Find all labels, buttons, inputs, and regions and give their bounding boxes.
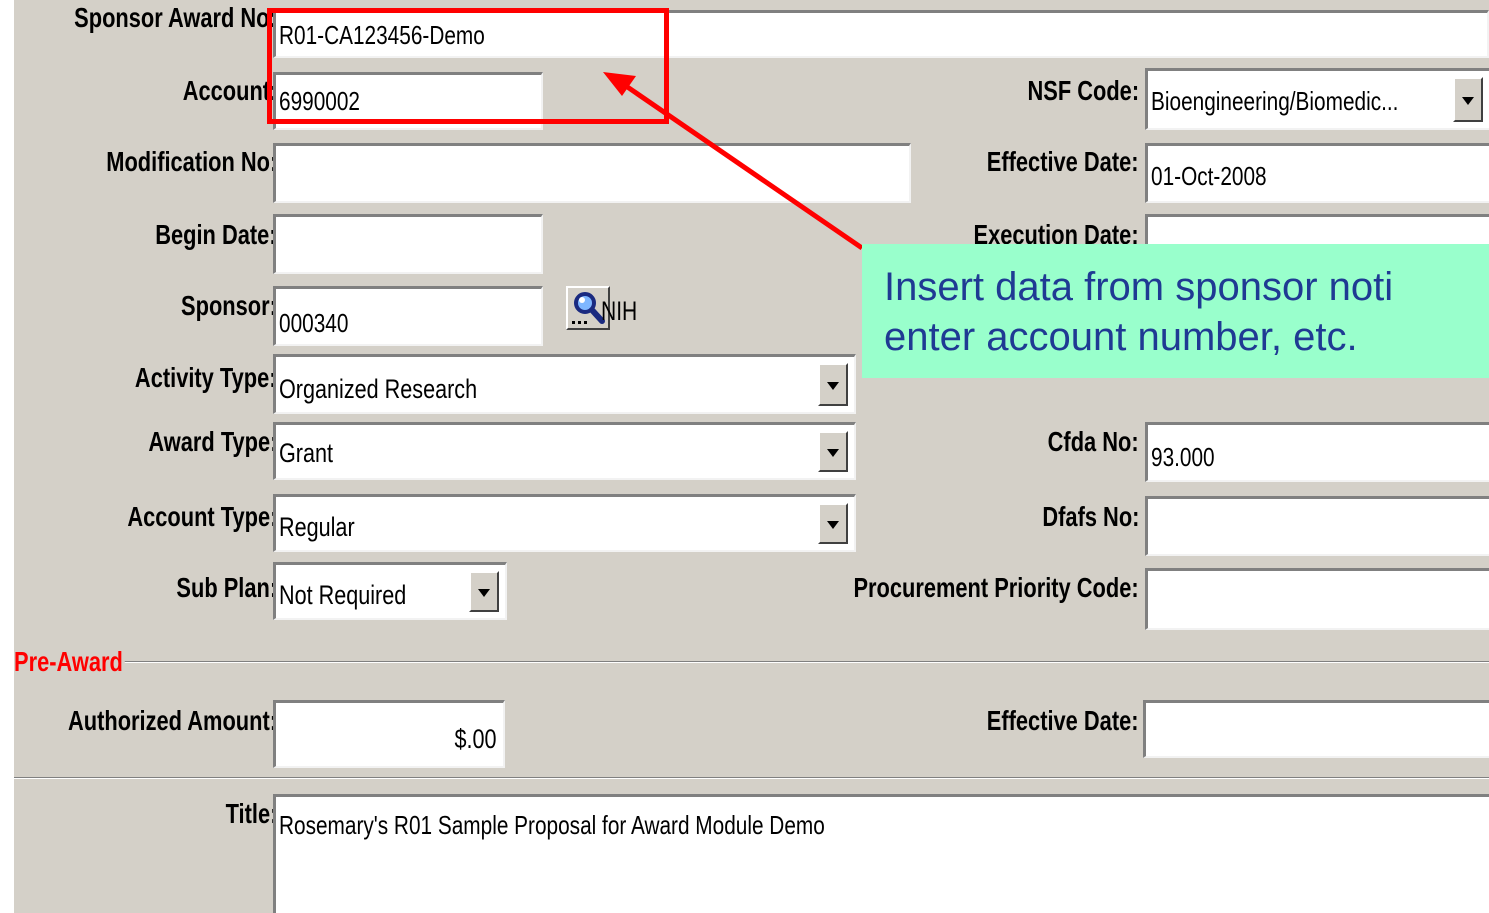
award-type-label: Award Type: — [147, 426, 277, 457]
sponsor-field[interactable]: 000340 — [273, 286, 543, 346]
account-type-select[interactable]: Regular — [273, 494, 856, 552]
pre-award-section-label: Pre-Award — [14, 646, 125, 678]
chevron-down-icon[interactable] — [818, 363, 848, 406]
procurement-priority-code-field[interactable] — [1145, 568, 1489, 630]
procurement-priority-code-label: Procurement Priority Code: — [853, 572, 1139, 603]
dfafs-no-field[interactable] — [1145, 496, 1489, 556]
sub-plan-select[interactable]: Not Required — [273, 562, 507, 620]
modification-no-label: Modification No: — [105, 146, 277, 177]
award-form-panel: Sponsor Award No: R01-CA123456-Demo Acco… — [14, 0, 1489, 913]
activity-type-select[interactable]: Organized Research — [273, 354, 856, 414]
callout-line-2: enter account number, etc. — [884, 315, 1358, 359]
cfda-no-value: 93.000 — [1151, 442, 1215, 472]
pre-award-effective-date-label: Effective Date: — [987, 705, 1139, 736]
authorized-amount-field[interactable]: $.00 — [273, 700, 505, 768]
callout-box: Insert data from sponsor noti enter acco… — [862, 244, 1489, 378]
pre-award-effective-date-field[interactable] — [1143, 700, 1489, 758]
activity-type-label: Activity Type: — [135, 362, 277, 393]
modification-no-field[interactable] — [273, 143, 911, 203]
chevron-down-icon[interactable] — [818, 431, 848, 472]
title-label: Title: — [225, 798, 277, 829]
pre-award-divider — [14, 661, 1489, 663]
sponsor-award-no-label: Sponsor Award No: — [74, 2, 277, 33]
account-label: Account: — [182, 75, 277, 106]
begin-date-label: Begin Date: — [155, 219, 277, 250]
chevron-down-icon[interactable] — [818, 503, 848, 544]
sponsor-value: 000340 — [279, 308, 349, 338]
effective-date-value: 01-Oct-2008 — [1151, 161, 1267, 191]
effective-date-field[interactable]: 01-Oct-2008 — [1145, 143, 1489, 203]
nsf-code-value: Bioengineering/Biomedic... — [1151, 86, 1399, 116]
nsf-code-label: NSF Code: — [1027, 75, 1139, 106]
begin-date-field[interactable] — [273, 214, 543, 274]
authorized-amount-label: Authorized Amount: — [67, 705, 277, 736]
activity-type-value: Organized Research — [279, 374, 478, 404]
title-textarea[interactable]: Rosemary's R01 Sample Proposal for Award… — [273, 794, 1489, 913]
cfda-no-field[interactable]: 93.000 — [1145, 422, 1489, 482]
effective-date-label: Effective Date: — [987, 146, 1139, 177]
sponsor-name: NIH — [601, 296, 638, 326]
callout-line-1: Insert data from sponsor noti — [884, 265, 1394, 309]
sponsor-label: Sponsor: — [181, 290, 277, 321]
account-type-label: Account Type: — [126, 501, 277, 532]
award-type-select[interactable]: Grant — [273, 422, 856, 480]
highlight-box — [267, 8, 669, 124]
cfda-no-label: Cfda No: — [1048, 426, 1139, 457]
sub-plan-value: Not Required — [279, 580, 407, 610]
dfafs-no-label: Dfafs No: — [1041, 501, 1139, 532]
sub-plan-label: Sub Plan: — [176, 572, 277, 603]
award-type-value: Grant — [279, 438, 334, 468]
title-divider — [14, 777, 1489, 779]
nsf-code-select[interactable]: Bioengineering/Biomedic... — [1145, 68, 1489, 130]
chevron-down-icon[interactable] — [469, 571, 499, 612]
title-value: Rosemary's R01 Sample Proposal for Award… — [279, 810, 825, 840]
authorized-amount-value: $.00 — [454, 724, 497, 754]
chevron-down-icon[interactable] — [1453, 77, 1483, 122]
account-type-value: Regular — [279, 512, 355, 542]
